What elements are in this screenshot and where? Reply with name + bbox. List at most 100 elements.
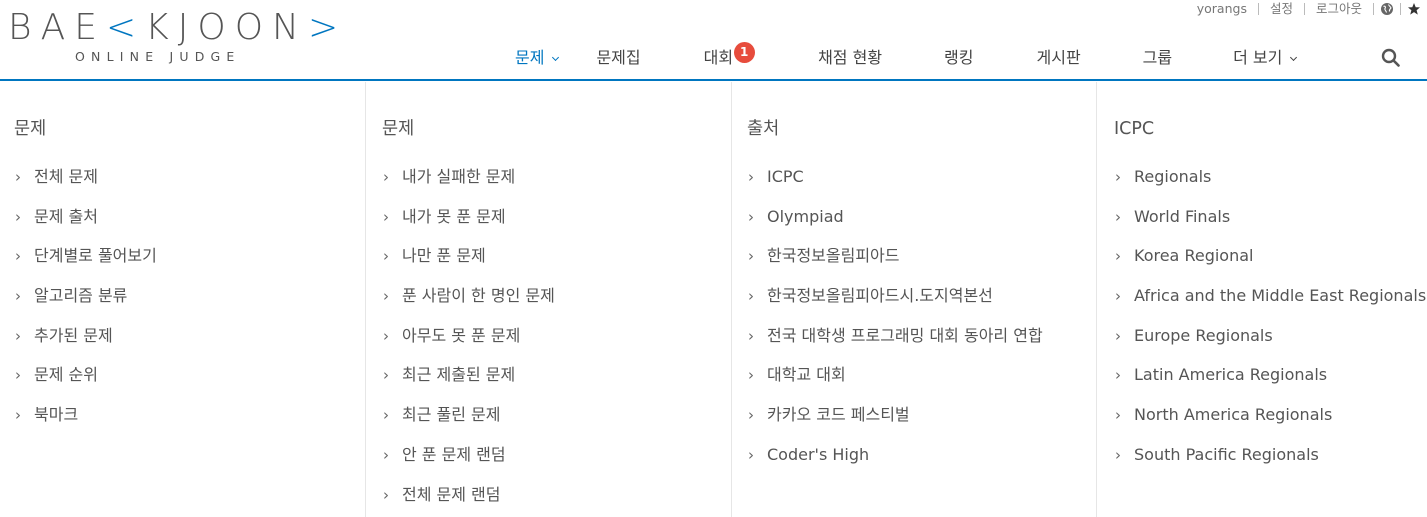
menu-item-label: 내가 못 푼 문제: [402, 206, 506, 226]
nav-ranking[interactable]: 랭킹: [944, 41, 973, 75]
chevron-right-icon: ›: [15, 287, 21, 306]
menu-item-label: 전체 문제 랜덤: [402, 484, 501, 504]
logo-text-bae: BAE: [8, 7, 106, 48]
menu-item-label: 전체 문제: [34, 167, 98, 186]
menu-item-source-olympiad[interactable]: › Olympiad: [747, 205, 1096, 245]
chevron-right-icon: ›: [748, 207, 754, 226]
menu-item-label: ICPC: [767, 167, 804, 186]
nav-problems-label: 문제: [515, 48, 545, 67]
nav-problems[interactable]: 문제: [515, 41, 560, 75]
menu-item-source-ucpc[interactable]: › 전국 대학생 프로그래밍 대회 동아리 연합: [747, 324, 1096, 364]
menu-item-source-koi-regional[interactable]: › 한국정보올림피아드시.도지역본선: [747, 284, 1096, 324]
menu-item-icpc-latin-america[interactable]: › Latin America Regionals: [1114, 363, 1427, 403]
menu-item-label: North America Regionals: [1134, 405, 1333, 425]
menu-item-bookmarks[interactable]: › 북마크: [14, 403, 365, 443]
contest-count-badge: 1: [733, 42, 755, 63]
menu-item-icpc-world-finals[interactable]: › World Finals: [1114, 205, 1427, 245]
menu-item-label: Korea Regional: [1134, 246, 1254, 266]
nav-contest[interactable]: 대회 1: [704, 41, 755, 75]
menu-item-source-koi[interactable]: › 한국정보올림피아드: [747, 244, 1096, 284]
menu-item-failed[interactable]: › 내가 실패한 문제: [382, 165, 731, 205]
star-icon[interactable]: [1401, 2, 1427, 16]
chevron-right-icon: ›: [748, 287, 754, 306]
nav-ranking-label: 랭킹: [944, 48, 974, 67]
menu-item-icpc-africa-me[interactable]: › Africa and the Middle East Regionals: [1114, 284, 1427, 324]
menu-item-label: Coder's High: [767, 444, 870, 464]
logo-text-k: K: [145, 7, 178, 48]
chevron-right-icon: ›: [383, 247, 389, 266]
menu-item-label: 안 푼 문제 랜덤: [402, 444, 506, 464]
nav-group-label: 그룹: [1142, 48, 1173, 67]
settings-link[interactable]: 설정: [1259, 1, 1304, 17]
chevron-right-icon: ›: [1115, 207, 1121, 226]
menu-item-icpc-south-pacific[interactable]: › South Pacific Regionals: [1114, 443, 1427, 483]
menu-column-problems: 문제 › 전체 문제 › 문제 출처 › 단계별로 풀어보기 › 알고리즘 분류 › 추가…: [0, 82, 366, 517]
menu-item-icpc-regionals[interactable]: › Regionals: [1114, 165, 1427, 205]
menu-item-icpc-europe[interactable]: › Europe Regionals: [1114, 324, 1427, 364]
menu-item-icpc-korea[interactable]: › Korea Regional: [1114, 244, 1427, 284]
chevron-right-icon: ›: [748, 326, 754, 345]
menu-item-problem-ranking[interactable]: › 문제 순위: [14, 363, 365, 403]
menu-item-source-icpc[interactable]: › ICPC: [747, 165, 1096, 205]
nav-status[interactable]: 채점 현황: [818, 41, 882, 75]
logo[interactable]: BAE<KJOON> ONLINE JUDGE: [8, 7, 338, 68]
logo-subtitle: ONLINE JUDGE: [75, 49, 241, 64]
chevron-right-icon: ›: [1115, 326, 1121, 345]
nav-board[interactable]: 게시판: [1037, 41, 1081, 75]
site-header: BAE<KJOON> ONLINE JUDGE yorangs 설정 로그아웃 …: [0, 0, 1427, 81]
menu-column-my-problems: 문제 › 내가 실패한 문제 › 내가 못 푼 문제 › 나만 푼 문제 › 푼 사람이…: [366, 82, 732, 517]
nav-group[interactable]: 그룹: [1143, 41, 1172, 75]
nav-more[interactable]: 더 보기: [1233, 41, 1298, 75]
chevron-right-icon: ›: [1115, 168, 1121, 186]
chevron-right-icon: ›: [383, 207, 389, 226]
menu-item-source-coders-high[interactable]: › Coder's High: [747, 443, 1096, 483]
nav-status-label: 채점 현황: [818, 48, 883, 67]
menu-item-label: 푼 사람이 한 명인 문제: [402, 286, 555, 306]
menu-item-all-problems[interactable]: › 전체 문제: [14, 165, 365, 205]
menu-item-label: 문제 순위: [34, 365, 98, 385]
menu-item-label: 단계별로 풀어보기: [34, 246, 157, 266]
logo-mark-end: >: [307, 7, 348, 48]
menu-item-random-all[interactable]: › 전체 문제 랜덤: [382, 483, 731, 517]
username-link[interactable]: yorangs: [1186, 1, 1258, 17]
chevron-right-icon: ›: [15, 326, 21, 345]
globe-icon[interactable]: [1374, 2, 1400, 16]
menu-item-nobody-solved[interactable]: › 아무도 못 푼 문제: [382, 324, 731, 364]
search-icon[interactable]: [1380, 47, 1402, 69]
chevron-right-icon: ›: [748, 406, 754, 425]
column-title: 문제: [14, 119, 47, 139]
user-topbar: yorangs 설정 로그아웃: [1186, 0, 1427, 18]
menu-item-problem-source[interactable]: › 문제 출처: [14, 205, 365, 245]
menu-item-label: 대학교 대회: [767, 365, 846, 385]
chevron-right-icon: ›: [15, 247, 21, 266]
menu-list: › 내가 실패한 문제 › 내가 못 푼 문제 › 나만 푼 문제 › 푼 사람이 한 …: [382, 165, 731, 517]
chevron-right-icon: ›: [1115, 287, 1121, 306]
chevron-right-icon: ›: [15, 406, 21, 425]
menu-list: › 전체 문제 › 문제 출처 › 단계별로 풀어보기 › 알고리즘 분류 › 추가된 문…: [14, 165, 365, 443]
menu-item-icpc-north-america[interactable]: › North America Regionals: [1114, 403, 1427, 443]
menu-item-recently-submitted[interactable]: › 최근 제출된 문제: [382, 363, 731, 403]
menu-item-source-kakao[interactable]: › 카카오 코드 페스티벌: [747, 403, 1096, 443]
menu-item-random-unsolved[interactable]: › 안 푼 문제 랜덤: [382, 443, 731, 483]
logout-link[interactable]: 로그아웃: [1305, 1, 1373, 17]
nav-workbook[interactable]: 문제집: [596, 41, 640, 75]
column-title: ICPC: [1114, 119, 1155, 139]
main-nav: 문제 문제집 대회 1 채점 현황 랭킹 게시판 그룹 더 보기: [496, 40, 1298, 76]
menu-item-one-solver[interactable]: › 푼 사람이 한 명인 문제: [382, 284, 731, 324]
menu-item-label: 아무도 못 푼 문제: [402, 325, 521, 345]
menu-item-step-by-step[interactable]: › 단계별로 풀어보기: [14, 244, 365, 284]
menu-item-recently-solved[interactable]: › 최근 풀린 문제: [382, 403, 731, 443]
menu-item-added-problems[interactable]: › 추가된 문제: [14, 324, 365, 364]
menu-item-label: Africa and the Middle East Regionals: [1134, 286, 1427, 306]
menu-item-label: Olympiad: [767, 206, 844, 226]
menu-item-label: 한국정보올림피아드: [767, 246, 900, 266]
chevron-right-icon: ›: [15, 207, 21, 226]
menu-item-source-university[interactable]: › 대학교 대회: [747, 363, 1096, 403]
menu-item-algorithm-tags[interactable]: › 알고리즘 분류: [14, 284, 365, 324]
chevron-right-icon: ›: [15, 168, 21, 186]
chevron-right-icon: ›: [748, 168, 754, 186]
menu-item-label: 카카오 코드 페스티벌: [767, 405, 910, 425]
menu-item-label: Regionals: [1134, 167, 1212, 186]
menu-item-unsolved-by-me[interactable]: › 내가 못 푼 문제: [382, 205, 731, 245]
menu-item-only-i-solved[interactable]: › 나만 푼 문제: [382, 244, 731, 284]
